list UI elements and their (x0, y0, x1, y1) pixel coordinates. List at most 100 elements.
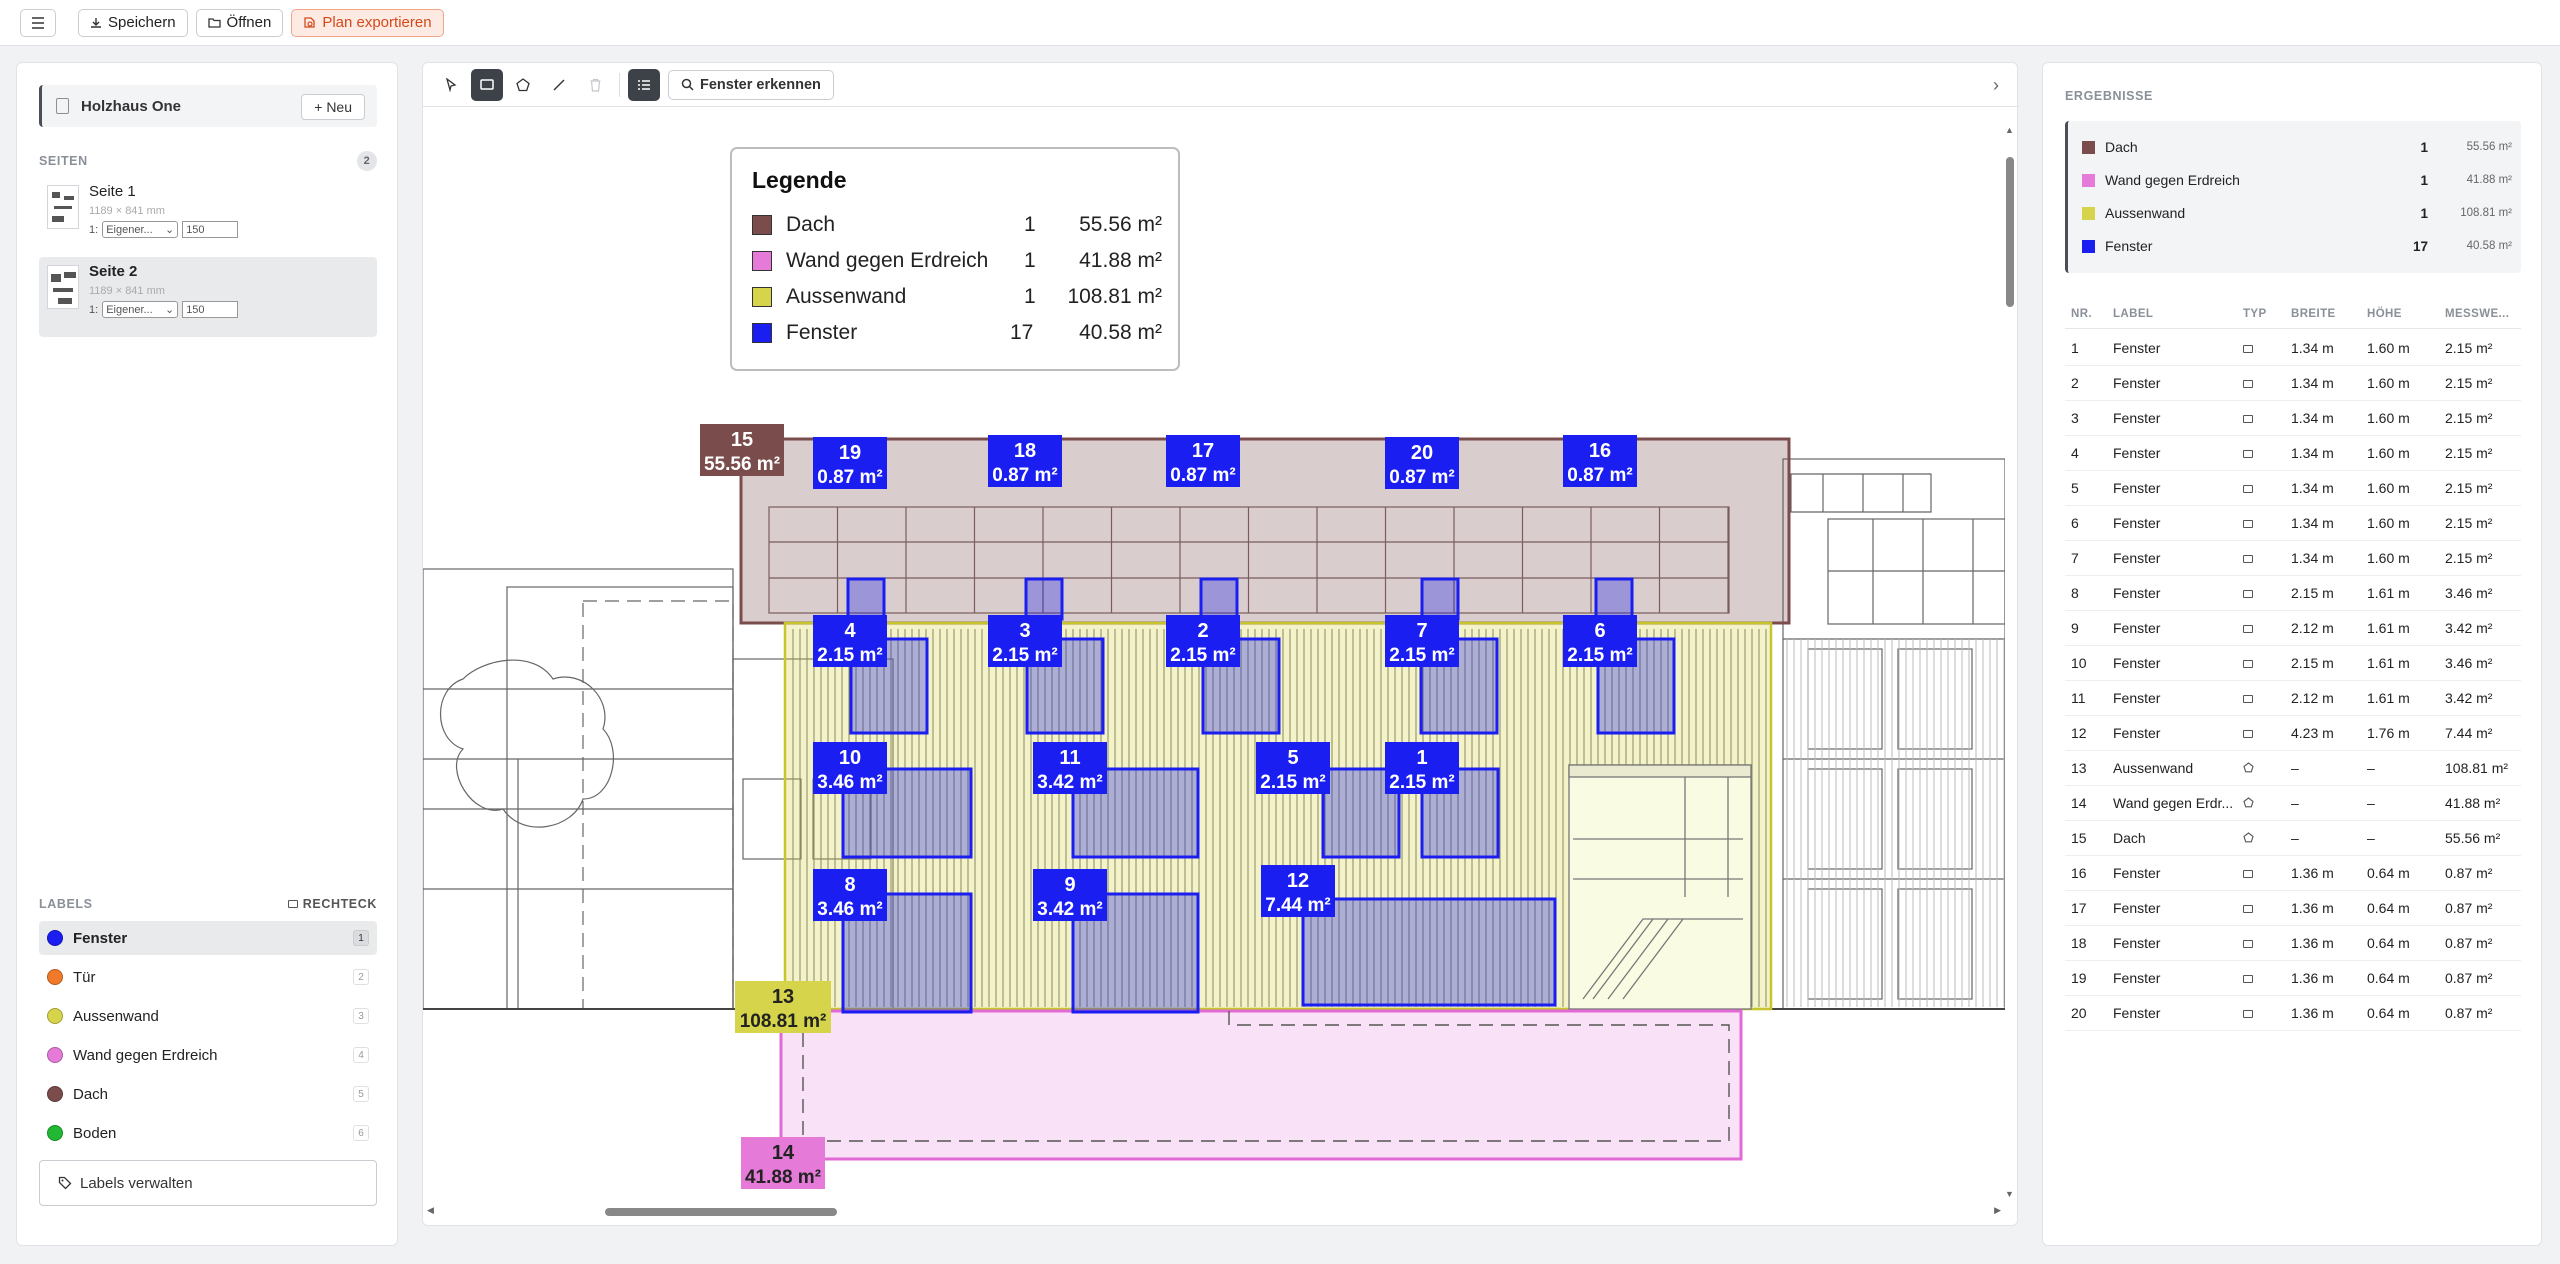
table-row[interactable]: 1 Fenster 1.34 m 1.60 m 2.15 m² (2065, 331, 2521, 366)
table-row[interactable]: 12 Fenster 4.23 m 1.76 m 7.44 m² (2065, 716, 2521, 751)
page-item-2[interactable]: Seite 2 1189 × 841 mm 1: Eigener... ⌄ 150 (39, 257, 377, 337)
cell-height: 0.64 m (2367, 935, 2410, 951)
annotation-label[interactable]: 16 0.87 m² (1563, 435, 1637, 487)
table-row[interactable]: 15 Dach – – 55.56 m² (2065, 821, 2521, 856)
scale-input[interactable]: 150 (182, 301, 239, 318)
table-row[interactable]: 14 Wand gegen Erdr... – – 41.88 m² (2065, 786, 2521, 821)
line-tool[interactable] (543, 69, 575, 101)
save-button[interactable]: Speichern (78, 8, 188, 37)
table-row[interactable]: 4 Fenster 1.34 m 1.60 m 2.15 m² (2065, 436, 2521, 471)
annotation-label[interactable]: 4 2.15 m² (813, 615, 887, 667)
label-item-tuer[interactable]: Tür 2 (39, 960, 377, 994)
table-row[interactable]: 8 Fenster 2.15 m 1.61 m 3.46 m² (2065, 576, 2521, 611)
chevron-right-icon[interactable]: › (1993, 75, 1999, 96)
legend-area: 40.58 m² (1079, 321, 1162, 344)
table-row[interactable]: 19 Fenster 1.36 m 0.64 m 0.87 m² (2065, 961, 2521, 996)
annotation-label[interactable]: 6 2.15 m² (1563, 615, 1637, 667)
annotation-label[interactable]: 18 0.87 m² (988, 435, 1062, 487)
column-header-width[interactable]: BREITE (2291, 308, 2336, 320)
page-thumbnail (47, 185, 79, 229)
column-header-type[interactable]: TYP (2243, 308, 2267, 320)
plan-canvas[interactable]: 15 55.56 m² 19 0.87 m² 18 0.87 m² 17 0.87 m² 20 0… (423, 119, 2005, 1201)
label-item-wand-gegen-erdreich[interactable]: Wand gegen Erdreich 4 (39, 1038, 377, 1072)
table-row[interactable]: 3 Fenster 1.34 m 1.60 m 2.15 m² (2065, 401, 2521, 436)
table-row[interactable]: 2 Fenster 1.34 m 1.60 m 2.15 m² (2065, 366, 2521, 401)
label-item-aussenwand[interactable]: Aussenwand 3 (39, 999, 377, 1033)
cell-nr: 18 (2071, 935, 2087, 951)
new-project-button[interactable]: + Neu (301, 94, 365, 120)
cell-type (2243, 375, 2253, 391)
window-marker[interactable] (1199, 577, 1239, 621)
table-row[interactable]: 7 Fenster 1.34 m 1.60 m 2.15 m² (2065, 541, 2521, 576)
annotation-label[interactable]: 15 55.56 m² (700, 424, 784, 476)
window-marker[interactable] (1594, 577, 1634, 621)
table-row[interactable]: 17 Fenster 1.36 m 0.64 m 0.87 m² (2065, 891, 2521, 926)
window-marker[interactable] (1024, 577, 1064, 621)
polygon-tool[interactable] (507, 69, 539, 101)
scale-select[interactable]: Eigener... ⌄ (102, 221, 179, 238)
window-marker[interactable] (1301, 897, 1557, 1007)
table-row[interactable]: 18 Fenster 1.36 m 0.64 m 0.87 m² (2065, 926, 2521, 961)
annotation-label[interactable]: 14 41.88 m² (741, 1137, 825, 1189)
table-row[interactable]: 5 Fenster 1.34 m 1.60 m 2.15 m² (2065, 471, 2521, 506)
window-marker[interactable] (1420, 577, 1460, 621)
list-toggle[interactable] (628, 68, 660, 101)
page-dimensions: 1189 × 841 mm (89, 205, 165, 217)
vertical-scrollbar[interactable]: ▲ ▼ (2003, 119, 2017, 1201)
scroll-right-icon[interactable]: ▶ (1994, 1205, 2001, 1216)
scale-input[interactable]: 150 (182, 221, 239, 238)
annotation-label[interactable]: 5 2.15 m² (1256, 742, 1330, 794)
delete-tool[interactable] (579, 69, 611, 101)
table-row[interactable]: 20 Fenster 1.36 m 0.64 m 0.87 m² (2065, 996, 2521, 1031)
vertical-scroll-thumb[interactable] (2006, 157, 2014, 307)
legend-row-dach: Dach 1 55.56 m² (752, 207, 1162, 243)
scroll-left-icon[interactable]: ◀ (427, 1205, 434, 1216)
table-row[interactable]: 10 Fenster 2.15 m 1.61 m 3.46 m² (2065, 646, 2521, 681)
column-header-height[interactable]: HÖHE (2367, 308, 2402, 320)
select-tool[interactable] (435, 69, 467, 101)
label-item-boden[interactable]: Boden 6 (39, 1116, 377, 1150)
column-header-label[interactable]: LABEL (2113, 308, 2239, 320)
wall-against-soil-area[interactable] (779, 1009, 1743, 1161)
scroll-up-icon[interactable]: ▲ (2005, 125, 2014, 135)
table-row[interactable]: 6 Fenster 1.34 m 1.60 m 2.15 m² (2065, 506, 2521, 541)
scroll-down-icon[interactable]: ▼ (2005, 1189, 2014, 1199)
label-item-dach[interactable]: Dach 5 (39, 1077, 377, 1111)
open-button[interactable]: Öffnen (195, 8, 284, 37)
scale-select[interactable]: Eigener... ⌄ (102, 301, 179, 318)
table-row[interactable]: 9 Fenster 2.12 m 1.61 m 3.42 m² (2065, 611, 2521, 646)
draw-mode-indicator[interactable]: RECHTECK (287, 897, 377, 911)
column-header-nr[interactable]: NR. (2071, 308, 2092, 320)
menu-button[interactable] (20, 8, 56, 37)
annotation-label[interactable]: 11 3.42 m² (1033, 742, 1107, 794)
annotation-label[interactable]: 3 2.15 m² (988, 615, 1062, 667)
table-row[interactable]: 13 Aussenwand – – 108.81 m² (2065, 751, 2521, 786)
annotation-label[interactable]: 13 108.81 m² (735, 981, 831, 1033)
annotation-label[interactable]: 10 3.46 m² (813, 742, 887, 794)
annotation-label[interactable]: 9 3.42 m² (1033, 869, 1107, 921)
annotation-label[interactable]: 12 7.44 m² (1261, 865, 1335, 917)
annotation-label[interactable]: 19 0.87 m² (813, 437, 887, 489)
label-item-fenster[interactable]: Fenster 1 (39, 921, 377, 955)
annotation-label[interactable]: 7 2.15 m² (1385, 615, 1459, 667)
plan-drawing[interactable]: 1555.56 m² 190.87 m² 180.87 m² 170.87 m² 200… (423, 119, 2005, 1201)
annotation-label[interactable]: 1 2.15 m² (1385, 742, 1459, 794)
manage-labels-button[interactable]: Labels verwalten (39, 1160, 377, 1206)
annotation-label[interactable]: 20 0.87 m² (1385, 437, 1459, 489)
project-card[interactable]: Holzhaus One + Neu (39, 85, 377, 127)
annotation-label[interactable]: 2 2.15 m² (1166, 615, 1240, 667)
table-row[interactable]: 16 Fenster 1.36 m 0.64 m 0.87 m² (2065, 856, 2521, 891)
annotation-label[interactable]: 8 3.46 m² (813, 869, 887, 921)
page-item-1[interactable]: Seite 1 1189 × 841 mm 1: Eigener... ⌄ 150 (39, 177, 377, 257)
column-header-measurement[interactable]: MESSWE... (2445, 308, 2521, 320)
label-color-dot (47, 930, 63, 946)
cursor-icon (446, 77, 457, 92)
export-plan-button[interactable]: Plan exportieren (291, 8, 444, 37)
window-marker[interactable] (846, 577, 886, 621)
detect-windows-button[interactable]: Fenster erkennen (668, 69, 834, 100)
horizontal-scroll-thumb[interactable] (605, 1208, 837, 1216)
annotation-label[interactable]: 17 0.87 m² (1166, 435, 1240, 487)
rectangle-tool[interactable] (471, 68, 503, 101)
horizontal-scrollbar[interactable]: ◀ ▶ (423, 1205, 2005, 1219)
table-row[interactable]: 11 Fenster 2.12 m 1.61 m 3.42 m² (2065, 681, 2521, 716)
